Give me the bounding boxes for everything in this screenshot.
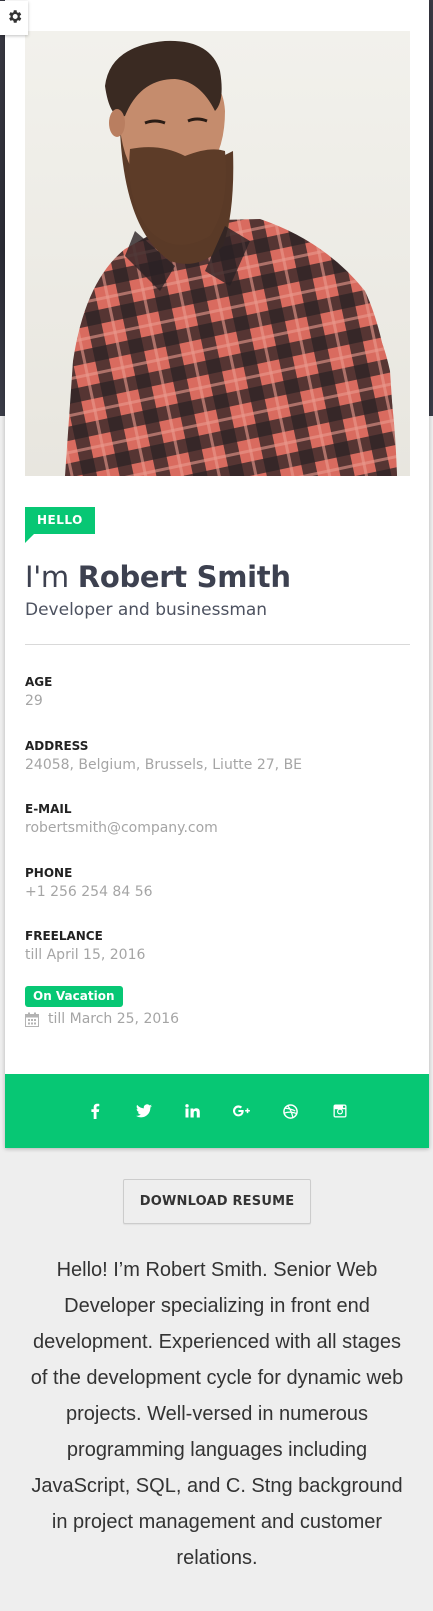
age-label: AGE <box>25 675 53 689</box>
phone-value: +1 256 254 84 56 <box>25 884 153 900</box>
age-value: 29 <box>25 693 43 709</box>
calendar-icon <box>25 1012 39 1027</box>
freelance-label: FREELANCE <box>25 929 103 943</box>
greeting-badge: HELLO <box>25 507 95 534</box>
freelance-value: till April 15, 2016 <box>25 947 146 963</box>
email-label: E-MAIL <box>25 802 72 816</box>
download-resume-button[interactable]: DOWNLOAD RESUME <box>123 1179 311 1224</box>
profile-name: I'm Robert Smith <box>25 560 291 594</box>
greeting-badge-tail <box>25 534 34 543</box>
address-label: ADDRESS <box>25 739 89 753</box>
google-plus-icon[interactable] <box>231 1100 253 1122</box>
facebook-icon[interactable] <box>84 1100 106 1122</box>
vacation-date: till March 25, 2016 <box>25 1011 179 1027</box>
instagram-icon[interactable] <box>329 1100 351 1122</box>
name-prefix: I'm <box>25 560 78 594</box>
name-text: Robert Smith <box>77 560 291 594</box>
dribbble-icon[interactable] <box>280 1100 302 1122</box>
bio-text: Hello! I’m Robert Smith. Senior Web Deve… <box>30 1259 404 1569</box>
settings-button[interactable] <box>0 1 28 35</box>
twitter-icon[interactable] <box>133 1100 155 1122</box>
address-value: 24058, Belgium, Brussels, Liutte 27, BE <box>25 757 303 773</box>
profile-card: HELLO I'm Robert Smith Developer and bus… <box>5 0 429 1148</box>
email-value[interactable]: robertsmith@company.com <box>25 820 218 836</box>
gear-icon <box>6 8 23 29</box>
divider <box>25 644 410 645</box>
vacation-date-text: till March 25, 2016 <box>48 1011 180 1027</box>
linkedin-icon[interactable] <box>182 1100 204 1122</box>
phone-label: PHONE <box>25 866 73 880</box>
profile-photo <box>25 31 410 476</box>
social-links-bar <box>5 1074 429 1148</box>
status-badge: On Vacation <box>25 986 123 1007</box>
profile-role: Developer and businessman <box>25 600 268 620</box>
